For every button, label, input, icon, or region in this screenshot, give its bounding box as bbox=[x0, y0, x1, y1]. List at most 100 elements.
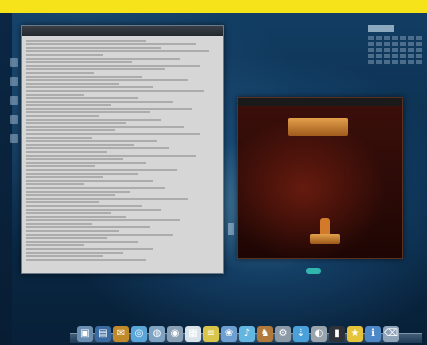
calendar-day[interactable] bbox=[376, 36, 382, 40]
terminal-line bbox=[26, 186, 165, 189]
calendar-icon[interactable]: ▦ bbox=[185, 326, 201, 342]
terminal-line bbox=[26, 154, 196, 157]
terminal-line bbox=[26, 111, 150, 114]
calendar-day[interactable] bbox=[416, 48, 422, 52]
calendar-day[interactable] bbox=[376, 54, 382, 58]
chat-icon[interactable]: ◍ bbox=[149, 326, 165, 342]
calendar-day[interactable] bbox=[416, 60, 422, 64]
calendar-day[interactable] bbox=[400, 54, 406, 58]
calendar-day[interactable] bbox=[392, 60, 398, 64]
calendar-day[interactable] bbox=[408, 48, 414, 52]
terminal-line bbox=[26, 122, 127, 125]
terminal-line bbox=[26, 258, 146, 261]
terminal-line bbox=[26, 212, 111, 215]
terminal-line bbox=[26, 147, 169, 150]
terminal-line bbox=[26, 50, 210, 53]
calendar-day[interactable] bbox=[384, 48, 390, 52]
calendar-day[interactable] bbox=[392, 42, 398, 46]
calendar-day[interactable] bbox=[384, 36, 390, 40]
terminal-line bbox=[26, 133, 200, 136]
terminal-line bbox=[26, 248, 154, 251]
movie-player-window[interactable] bbox=[237, 97, 403, 259]
terminal-line bbox=[26, 237, 108, 240]
terminal-line bbox=[26, 219, 181, 222]
terminal-line bbox=[26, 57, 181, 60]
calendar-day[interactable] bbox=[368, 36, 374, 40]
calendar-widget bbox=[368, 25, 424, 95]
settings-icon[interactable]: ⚙ bbox=[275, 326, 291, 342]
browser-icon[interactable]: ◎ bbox=[131, 326, 147, 342]
calendar-day[interactable] bbox=[400, 60, 406, 64]
calendar-day[interactable] bbox=[376, 60, 382, 64]
calendar-day[interactable] bbox=[392, 54, 398, 58]
calendar-day[interactable] bbox=[384, 54, 390, 58]
terminal-line bbox=[26, 161, 146, 164]
music-icon[interactable]: ♪ bbox=[239, 326, 255, 342]
movie-title-bar[interactable] bbox=[238, 98, 402, 106]
calendar-day[interactable] bbox=[376, 48, 382, 52]
terminal-line bbox=[26, 104, 111, 107]
terminal-line bbox=[26, 89, 204, 92]
game-icon[interactable]: ♞ bbox=[257, 326, 273, 342]
calendar-day[interactable] bbox=[384, 42, 390, 46]
terminal-line bbox=[26, 93, 84, 96]
left-desktop-icons bbox=[10, 58, 20, 153]
dock: ▣ ▤ ✉ ◎ ◍ ◉ ▦ ≡ ❀ ♪ ♞ ⚙ ⇣ ◐ ▮ ★ ℹ ⌫ bbox=[77, 322, 417, 342]
movie-poster bbox=[238, 106, 402, 258]
calendar-day[interactable] bbox=[368, 48, 374, 52]
terminal-line bbox=[26, 208, 162, 211]
desktop-icon[interactable] bbox=[10, 58, 18, 67]
terminal-line bbox=[26, 107, 192, 110]
terminal-line bbox=[26, 255, 104, 258]
terminal-line bbox=[26, 244, 84, 247]
terminal-title-bar[interactable] bbox=[22, 26, 223, 36]
terminal-line bbox=[26, 136, 92, 139]
calendar-day[interactable] bbox=[376, 42, 382, 46]
calendar-day[interactable] bbox=[368, 60, 374, 64]
star-icon[interactable]: ★ bbox=[347, 326, 363, 342]
calendar-day[interactable] bbox=[400, 48, 406, 52]
terminal-line bbox=[26, 75, 142, 78]
calendar-day[interactable] bbox=[416, 42, 422, 46]
calendar-day[interactable] bbox=[384, 60, 390, 64]
camera-icon[interactable]: ◉ bbox=[167, 326, 183, 342]
terminal-line bbox=[26, 251, 123, 254]
finder-icon[interactable]: ▣ bbox=[77, 326, 93, 342]
trash-icon[interactable]: ⌫ bbox=[383, 326, 399, 342]
calendar-day[interactable] bbox=[408, 42, 414, 46]
terminal-window[interactable] bbox=[21, 25, 224, 274]
terminal-line bbox=[26, 194, 115, 197]
desktop-icon[interactable] bbox=[10, 77, 18, 86]
calendar-day[interactable] bbox=[408, 60, 414, 64]
calendar-day[interactable] bbox=[392, 36, 398, 40]
desktop-icon[interactable] bbox=[10, 115, 18, 124]
terminal-icon[interactable]: ▮ bbox=[329, 326, 345, 342]
calendar-day[interactable] bbox=[416, 36, 422, 40]
calendar-day[interactable] bbox=[408, 36, 414, 40]
desktop-icon[interactable] bbox=[10, 96, 18, 105]
terminal-line bbox=[26, 222, 92, 225]
calendar-day[interactable] bbox=[400, 42, 406, 46]
mail-icon[interactable]: ✉ bbox=[113, 326, 129, 342]
info-icon[interactable]: ℹ bbox=[365, 326, 381, 342]
download-icon[interactable]: ⇣ bbox=[293, 326, 309, 342]
folder-icon[interactable]: ▤ bbox=[95, 326, 111, 342]
terminal-line bbox=[26, 140, 158, 143]
calendar-day[interactable] bbox=[408, 54, 414, 58]
terminal-line bbox=[26, 43, 196, 46]
terminal-line bbox=[26, 118, 162, 121]
scroll-handle[interactable] bbox=[228, 223, 234, 235]
calendar-day[interactable] bbox=[392, 48, 398, 52]
calendar-day[interactable] bbox=[368, 42, 374, 46]
terminal-line bbox=[26, 53, 104, 56]
calendar-day[interactable] bbox=[368, 54, 374, 58]
calendar-day[interactable] bbox=[400, 36, 406, 40]
calendar-day[interactable] bbox=[416, 54, 422, 58]
photos-icon[interactable]: ❀ bbox=[221, 326, 237, 342]
desktop-icon[interactable] bbox=[10, 134, 18, 143]
notes-icon[interactable]: ≡ bbox=[203, 326, 219, 342]
terminal-line bbox=[26, 125, 185, 128]
terminal-line bbox=[26, 197, 189, 200]
disk-icon[interactable]: ◐ bbox=[311, 326, 327, 342]
terminal-line bbox=[26, 61, 133, 64]
